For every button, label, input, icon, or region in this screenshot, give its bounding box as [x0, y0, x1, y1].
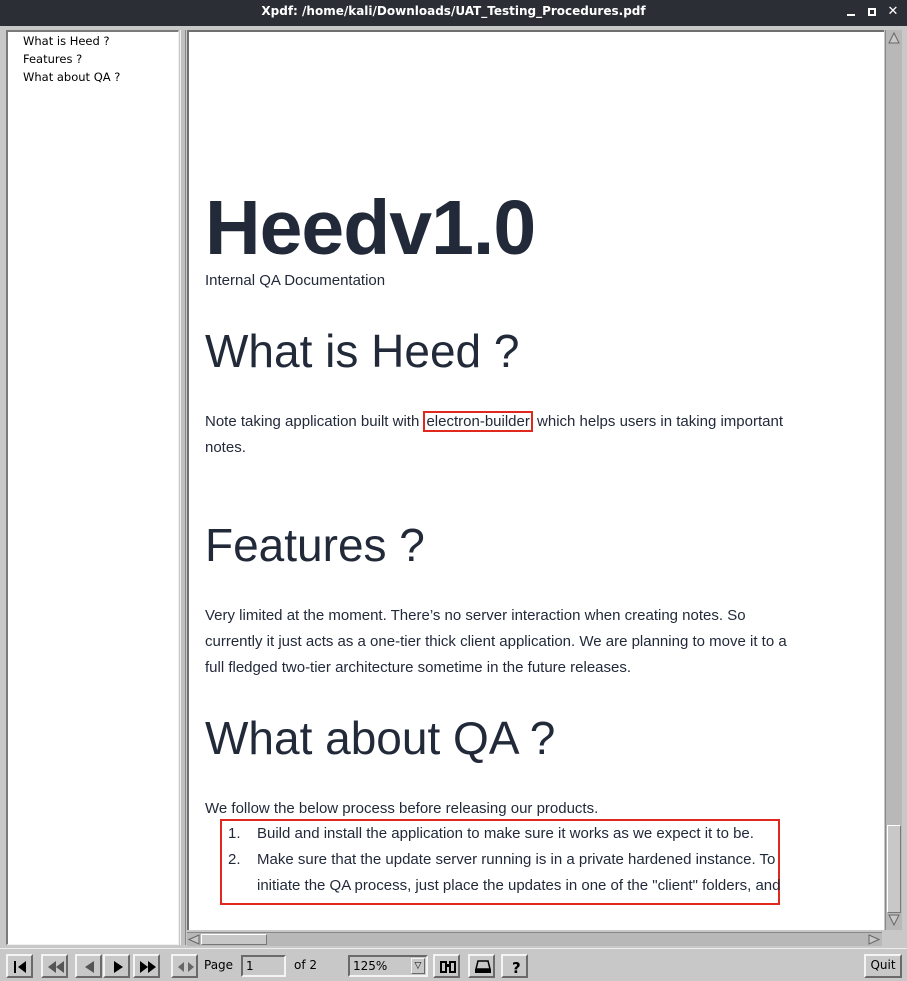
print-icon — [475, 960, 491, 973]
history-back-forward-button[interactable] — [171, 954, 198, 978]
svg-text:?: ? — [512, 959, 521, 975]
scroll-down-icon[interactable] — [888, 914, 900, 926]
horizontal-scrollbar[interactable] — [187, 932, 882, 946]
outline-item-features[interactable]: Features ? — [23, 52, 82, 66]
close-icon: ✕ — [887, 4, 899, 19]
print-button[interactable] — [468, 954, 495, 978]
pdf-page: Heedv1.0 Internal QA Documentation What … — [189, 32, 884, 930]
maximize-button[interactable] — [864, 4, 880, 20]
bottom-toolbar: Page 1 of 2 125% ▽ ? Quit — [0, 948, 907, 981]
close-button[interactable]: ✕ — [885, 4, 901, 20]
paragraph-text: Note taking application built with — [205, 413, 424, 430]
previous-page-icon — [85, 961, 94, 973]
back-10-pages-button[interactable] — [41, 954, 68, 978]
pdf-page-view[interactable]: Heedv1.0 Internal QA Documentation What … — [187, 30, 884, 930]
scroll-up-icon[interactable] — [888, 32, 900, 44]
scroll-left-icon[interactable] — [188, 934, 200, 945]
zoom-select[interactable]: 125% ▽ — [348, 955, 428, 977]
help-icon: ? — [512, 959, 521, 975]
first-page-button[interactable] — [6, 954, 33, 978]
find-button[interactable] — [433, 954, 460, 978]
find-icon — [440, 961, 456, 973]
list-number: 2. — [228, 851, 241, 868]
list-text: Build and install the application to mak… — [257, 825, 754, 842]
heading-what-is-heed: What is Heed ? — [205, 325, 520, 377]
page-number-input[interactable]: 1 — [241, 955, 286, 977]
vertical-scroll-thumb[interactable] — [887, 825, 901, 913]
first-page-icon — [14, 961, 26, 973]
forward-10-pages-icon — [140, 961, 156, 973]
zoom-value: 125% — [353, 959, 388, 973]
title-bar: Xpdf: /home/kali/Downloads/UAT_Testing_P… — [0, 0, 907, 26]
back-10-pages-icon — [48, 961, 64, 973]
document-logo: Heedv1.0 — [205, 185, 536, 271]
heading-what-about-qa: What about QA ? — [205, 712, 556, 764]
next-page-button[interactable] — [103, 954, 130, 978]
list-item: 2. Make sure that the update server runn… — [228, 847, 780, 899]
minimize-button[interactable] — [843, 4, 859, 20]
outline-panel[interactable]: What is Heed ? Features ? What about QA … — [6, 30, 179, 945]
paragraph-what-is-heed: Note taking application built with elect… — [205, 409, 805, 461]
document-subtitle: Internal QA Documentation — [205, 272, 386, 289]
highlighted-term: electron-builder — [423, 411, 533, 432]
next-page-icon — [114, 961, 123, 973]
quit-button[interactable]: Quit — [864, 954, 902, 978]
page-label: Page — [204, 958, 234, 972]
list-text: Make sure that the update server running… — [257, 851, 781, 894]
scroll-right-icon[interactable] — [868, 934, 880, 945]
paragraph-features: Very limited at the moment. There’s no s… — [205, 607, 787, 676]
vertical-scrollbar[interactable] — [885, 30, 902, 930]
list-number: 1. — [228, 825, 241, 842]
previous-page-button[interactable] — [75, 954, 102, 978]
window-title: Xpdf: /home/kali/Downloads/UAT_Testing_P… — [261, 4, 646, 18]
outline-item-what-about-qa[interactable]: What about QA ? — [23, 70, 120, 84]
heading-features: Features ? — [205, 519, 425, 571]
outline-item-what-is-heed[interactable]: What is Heed ? — [23, 34, 110, 48]
minimize-icon — [847, 14, 855, 16]
panel-splitter[interactable] — [180, 30, 186, 945]
highlighted-list-box: 1. Build and install the application to … — [220, 819, 780, 905]
forward-10-pages-button[interactable] — [133, 954, 160, 978]
list-item: 1. Build and install the application to … — [228, 821, 778, 847]
back-forward-history-icon — [178, 962, 194, 972]
page-total-label: of 2 — [294, 958, 318, 972]
horizontal-scroll-thumb[interactable] — [201, 934, 267, 945]
maximize-icon — [868, 8, 876, 16]
help-button[interactable]: ? — [501, 954, 528, 978]
chevron-down-icon[interactable]: ▽ — [411, 958, 425, 974]
